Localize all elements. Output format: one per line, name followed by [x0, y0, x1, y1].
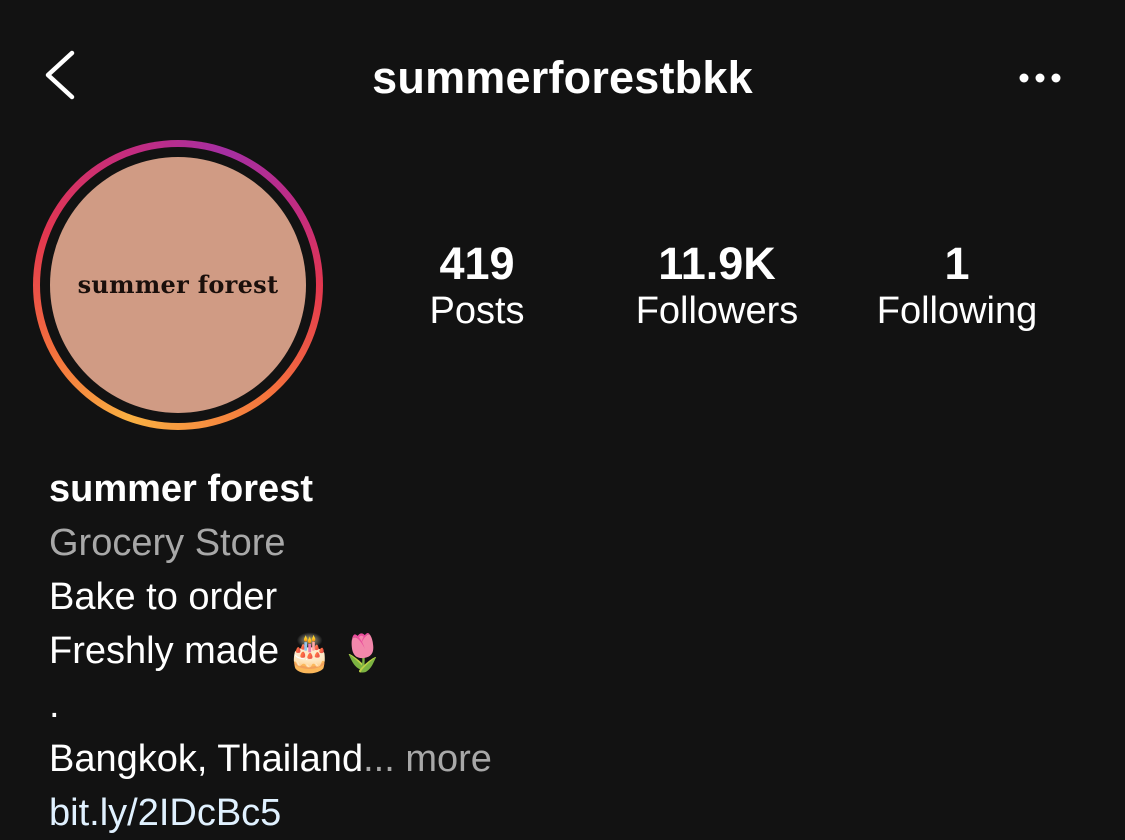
category-label[interactable]: Grocery Store: [49, 516, 1089, 570]
birthday-cake-emoji: 🎂: [287, 632, 333, 673]
bio-location-text: Bangkok, Thailand: [49, 738, 364, 780]
bio-line-4: Bangkok, Thailand... more: [49, 732, 1089, 786]
profile-header: summerforestbkk: [0, 0, 1125, 150]
story-ring[interactable]: summer forest: [33, 140, 323, 430]
following-count: 1: [944, 238, 970, 289]
stat-following[interactable]: 1 Following: [852, 236, 1062, 334]
more-horizontal-icon: [1019, 73, 1061, 83]
stat-followers[interactable]: 11.9K Followers: [607, 236, 827, 334]
avatar-gap: summer forest: [40, 147, 316, 423]
display-name: summer forest: [49, 468, 313, 510]
followers-count: 11.9K: [658, 238, 776, 289]
profile-bio: summer forest Grocery Store Bake to orde…: [49, 462, 1089, 840]
avatar[interactable]: summer forest: [50, 157, 306, 413]
bio-line-3: .: [49, 684, 60, 726]
profile-username: summerforestbkk: [372, 52, 753, 103]
more-options-button[interactable]: [1010, 60, 1070, 96]
bio-line-2: Freshly made 🎂 🌷: [49, 624, 1089, 678]
posts-label: Posts: [429, 290, 525, 332]
website-link[interactable]: bit.ly/2IDcBc5: [49, 786, 1089, 840]
bio-line-1: Bake to order: [49, 576, 278, 618]
stat-posts[interactable]: 419 Posts: [397, 236, 557, 334]
bio-line-2-text: Freshly made: [49, 630, 280, 672]
avatar-logo-text: summer forest: [77, 270, 279, 299]
followers-label: Followers: [635, 290, 799, 332]
following-label: Following: [876, 290, 1038, 332]
more-link[interactable]: more: [405, 738, 492, 780]
posts-count: 419: [439, 238, 515, 289]
tulip-emoji: 🌷: [340, 632, 385, 673]
bio-ellipsis: ...: [363, 738, 395, 780]
